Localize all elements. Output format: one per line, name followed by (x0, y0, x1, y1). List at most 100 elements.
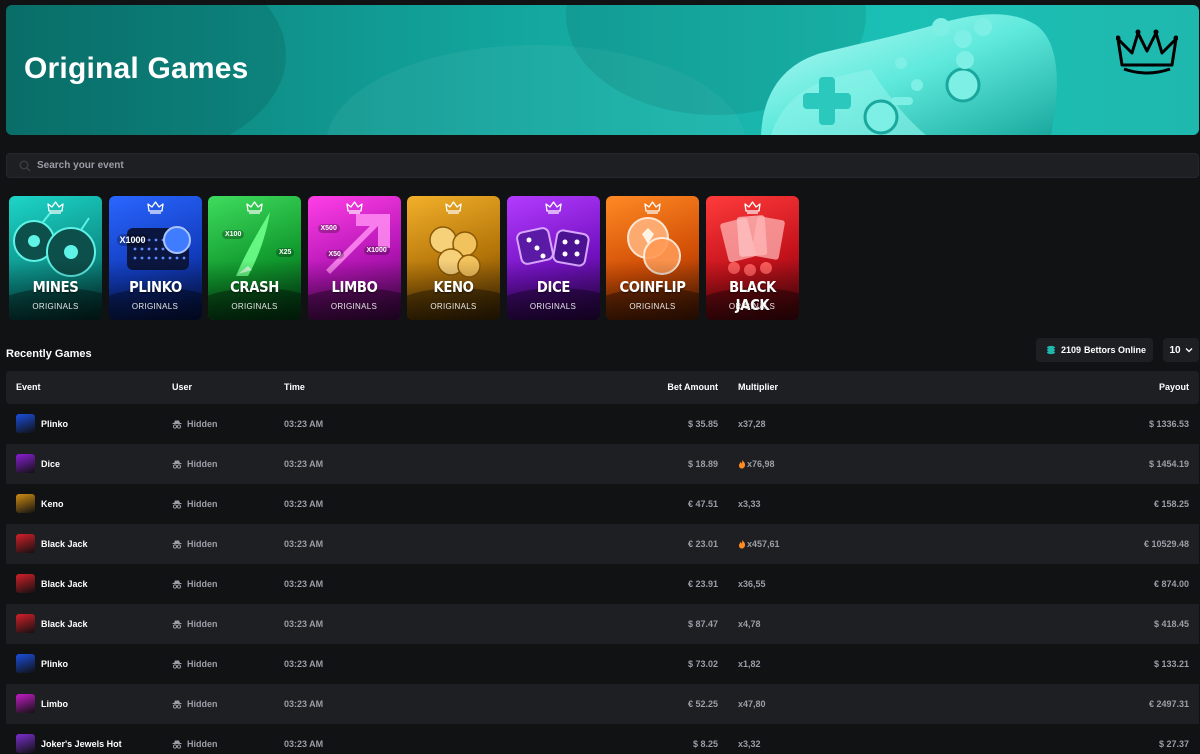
user-cell: Hidden (172, 619, 218, 629)
game-thumbnail (16, 614, 35, 633)
header-multiplier[interactable]: Multiplier (738, 382, 778, 392)
header-user[interactable]: User (172, 382, 192, 392)
incognito-icon (172, 660, 182, 669)
card-title: COINFLIP (619, 278, 686, 296)
crown-icon (644, 201, 661, 214)
user-name: Hidden (187, 419, 218, 429)
incognito-icon (172, 620, 182, 629)
game-card-limbo[interactable]: X500 X1000 X50 LIMBO ORIGINALS (307, 196, 401, 320)
card-title: PLINKO (128, 278, 182, 296)
multiplier-badge: X1000 (363, 246, 390, 255)
table-row[interactable]: Joker's Jewels Hot Hidden 03:23 AM $ 8.25 x3… (6, 724, 1199, 754)
incognito-icon (172, 700, 182, 709)
event-name[interactable]: Black Jack (41, 539, 88, 549)
game-thumbnail (16, 574, 35, 593)
table-row[interactable]: Black Jack Hidden 03:23 AM € 23.91 x36,55 € 8… (6, 564, 1199, 604)
event-name[interactable]: Dice (41, 459, 60, 469)
game-card-crash[interactable]: X100 X25 CRASH ORIGINALS (208, 196, 301, 320)
bet-amount-cell: € 47.51 (687, 499, 718, 509)
event-name[interactable]: Plinko (41, 659, 68, 669)
bettors-label: Bettors Online (1084, 345, 1147, 355)
card-subtitle: ORIGINALS (728, 302, 776, 311)
user-name: Hidden (187, 739, 218, 749)
multiplier-cell: x3,33 (738, 499, 761, 509)
bet-amount-cell: € 52.25 (687, 699, 718, 709)
event-name[interactable]: Plinko (41, 419, 68, 429)
bet-amount-cell: $ 8.25 (692, 739, 718, 749)
hero-banner: Original Games (6, 5, 1199, 135)
payout-cell: € 158.25 (1153, 499, 1189, 509)
game-card-coinflip[interactable]: COINFLIP ORIGINALS (606, 196, 699, 320)
multiplier-cell: x76,98 (738, 459, 775, 469)
event-name[interactable]: Black Jack (41, 619, 88, 629)
crown-icon (47, 201, 64, 214)
user-name: Hidden (187, 539, 218, 549)
fire-icon (738, 459, 746, 469)
table-row[interactable]: Plinko Hidden 03:23 AM $ 35.85 x37,28 $ 1336.… (6, 404, 1199, 444)
incognito-icon (172, 540, 182, 549)
game-thumbnail (16, 414, 35, 433)
table-row[interactable]: Dice Hidden 03:23 AM $ 18.89 x76,98 $ 1454.19 (6, 444, 1199, 484)
user-cell: Hidden (172, 579, 218, 589)
header-bet-amount[interactable]: Bet Amount (667, 382, 718, 392)
event-name[interactable]: Joker's Jewels Hot (41, 739, 122, 749)
search-input[interactable] (37, 154, 737, 177)
header-event[interactable]: Event (16, 382, 41, 392)
game-card-plinko[interactable]: X1000 PLINKO ORIGINALS (108, 196, 202, 320)
table-row[interactable]: Black Jack Hidden 03:23 AM $ 87.47 x4,78 $ 41… (6, 604, 1199, 644)
game-thumbnail (16, 654, 35, 673)
multiplier-cell: x47,80 (738, 699, 766, 709)
chevron-down-icon (1185, 348, 1193, 353)
multiplier-value: x3,33 (738, 499, 761, 509)
user-name: Hidden (187, 499, 218, 509)
game-card-dice[interactable]: DICE ORIGINALS (506, 196, 600, 320)
game-card-black-jack[interactable]: BLACK JACK ORIGINALS (705, 196, 799, 320)
multiplier-badge: X25 (276, 248, 295, 257)
card-subtitle: ORIGINALS (430, 302, 477, 311)
payout-cell: $ 1336.53 (1148, 419, 1189, 429)
event-name[interactable]: Limbo (41, 699, 68, 709)
bettors-online-badge: 2109 Bettors Online (1036, 338, 1153, 362)
game-thumbnail (16, 454, 35, 473)
time-cell: 03:23 AM (284, 459, 324, 469)
multiplier-value: x47,80 (738, 699, 766, 709)
card-subtitle: ORIGINALS (330, 302, 378, 311)
time-cell: 03:23 AM (284, 419, 324, 429)
user-cell: Hidden (172, 459, 218, 469)
payout-cell: $ 133.21 (1153, 659, 1189, 669)
payout-cell: € 2497.31 (1148, 699, 1189, 709)
time-cell: 03:23 AM (284, 739, 324, 749)
page-size-value: 10 (1169, 344, 1181, 356)
user-cell: Hidden (172, 699, 218, 709)
game-card-keno[interactable]: KENO ORIGINALS (407, 196, 500, 320)
card-title: MINES (32, 278, 79, 296)
payout-cell: $ 27.37 (1158, 739, 1189, 749)
table-row[interactable]: Limbo Hidden 03:23 AM € 52.25 x47,80 € 2497.3… (6, 684, 1199, 724)
card-subtitle: ORIGINALS (131, 302, 179, 311)
user-name: Hidden (187, 659, 218, 669)
multiplier-value: x4,78 (738, 619, 761, 629)
event-name[interactable]: Keno (41, 499, 64, 509)
crown-icon (544, 201, 562, 214)
crown-icon (345, 201, 363, 214)
user-cell: Hidden (172, 659, 218, 669)
table-row[interactable]: Keno Hidden 03:23 AM € 47.51 x3,33 € 158.25 (6, 484, 1199, 524)
bet-amount-cell: $ 18.89 (687, 459, 718, 469)
payout-cell: $ 418.45 (1153, 619, 1189, 629)
table-row[interactable]: Black Jack Hidden 03:23 AM € 23.01 x457,61 € … (6, 524, 1199, 564)
card-title: KENO (433, 278, 474, 296)
payout-cell: € 10529.48 (1143, 539, 1189, 549)
table-row[interactable]: Plinko Hidden 03:23 AM $ 73.02 x1,82 $ 133.21 (6, 644, 1199, 684)
time-cell: 03:23 AM (284, 499, 324, 509)
header-payout[interactable]: Payout (1159, 382, 1189, 392)
time-cell: 03:23 AM (284, 659, 324, 669)
event-name[interactable]: Black Jack (41, 579, 88, 589)
page-title: Original Games (24, 52, 249, 85)
search-bar[interactable] (6, 153, 1199, 178)
search-icon (19, 160, 31, 172)
card-subtitle: ORIGINALS (629, 302, 676, 311)
time-cell: 03:23 AM (284, 579, 324, 589)
game-card-mines[interactable]: MINES ORIGINALS (9, 196, 102, 320)
header-time[interactable]: Time (284, 382, 305, 392)
page-size-select[interactable]: 10 (1163, 338, 1199, 362)
